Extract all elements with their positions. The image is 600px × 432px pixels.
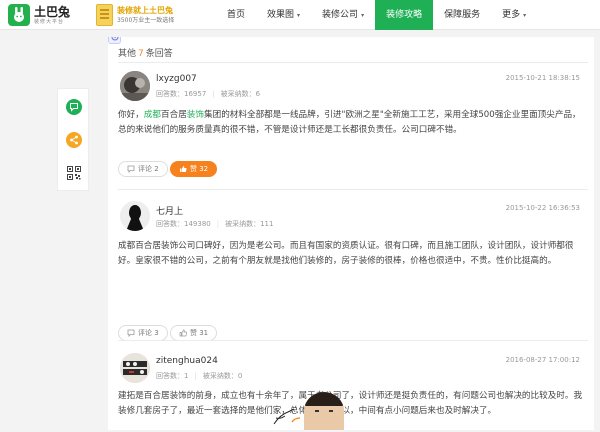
nav-item-3[interactable]: 装修攻略 — [375, 0, 434, 30]
avatar[interactable] — [120, 71, 150, 101]
answer-text: 你好， — [118, 110, 144, 120]
nav-item-1[interactable]: 效果图 ▾ — [256, 0, 311, 30]
share-icon[interactable] — [66, 132, 82, 148]
chevron-down-icon: ▾ — [361, 12, 365, 19]
nav-item-4[interactable]: 保障服务 — [433, 0, 491, 30]
nav-item-label: 保障服务 — [444, 10, 481, 20]
nav-item-label: 装修攻略 — [386, 10, 423, 20]
answers-count: 其他 7 条回答 — [118, 46, 173, 59]
answer-body: 你好，成都百合居装饰集团的材料全部都是一线品牌，引进"欧洲之星"全新施工工艺，采… — [118, 108, 588, 138]
answers-count-suffix: 条回答 — [145, 49, 173, 59]
answers-count-number: 7 — [138, 49, 144, 59]
like-label: 赞 31 — [190, 329, 209, 337]
avatar[interactable] — [120, 353, 150, 383]
answer-body: 建拓是百合居装饰的前身，成立也有十余年了，属于老公司了，设计师还是挺负责任的，有… — [118, 389, 588, 419]
answer-stats: 回答数：149380 | 被采纳数：111 — [156, 220, 274, 228]
answer-badge-icon — [108, 37, 121, 44]
site-header: 土巴兔 装修大平台 装修就上土巴兔 3500万业主一致选择 首页 效果图 ▾ 装修公司… — [0, 0, 600, 30]
answer-text: 成都百合居装饰公司口碑好，因为是老公司。而且有国家的资质认证。很有口碑，而且施工… — [118, 241, 574, 266]
answer-username[interactable]: zitenghua024 — [156, 356, 218, 366]
comment-icon — [127, 165, 135, 173]
question-icon[interactable] — [66, 99, 82, 115]
answer-stats: 回答数：1 | 被采纳数：0 — [156, 372, 243, 380]
answer-date: 2015-10-21 18:38:15 — [505, 74, 580, 82]
nav-item-2[interactable]: 装修公司 ▾ — [311, 0, 375, 30]
divider — [118, 189, 588, 190]
nav-item-label: 装修公司 — [322, 10, 359, 20]
person-photo — [304, 392, 344, 430]
answer-count-label: 回答数：1 — [156, 372, 189, 380]
answer-body: 成都百合居装饰公司口碑好，因为是老公司。而且有国家的资质认证。很有口碑，而且施工… — [118, 239, 588, 269]
qr-code-icon[interactable] — [66, 165, 82, 181]
answers-card: 其他 7 条回答 lxyzg007 回答数：16957 | 被采纳数：6 2015-10… — [108, 37, 594, 430]
answer-count-label: 回答数：16957 — [156, 90, 207, 98]
site-logo[interactable]: 土巴兔 装修大平台 — [8, 3, 70, 27]
main-nav: 首页 效果图 ▾ 装修公司 ▾ 装修攻略 保障服务 更多 ▾ — [216, 0, 537, 30]
sidebar-tools — [57, 88, 89, 191]
nav-item-label: 效果图 — [267, 10, 295, 20]
answers-count-prefix: 其他 — [118, 49, 137, 59]
divider — [118, 340, 588, 341]
answer-stats: 回答数：16957 | 被采纳数：6 — [156, 90, 261, 98]
answer-text: 百合居 — [161, 110, 187, 120]
logo-slogan: 装修大平台 — [34, 18, 65, 25]
answer-username[interactable]: lxyzg007 — [156, 74, 197, 84]
book-icon — [96, 4, 113, 26]
comment-button[interactable]: 评论 2 — [118, 161, 168, 177]
comment-label: 评论 3 — [138, 329, 159, 337]
accepted-count-label: 被采纳数：111 — [225, 220, 274, 228]
nav-item-label: 首页 — [227, 10, 246, 20]
thumbs-up-icon — [179, 329, 187, 337]
like-button[interactable]: 赞 31 — [170, 325, 218, 341]
accepted-count-label: 被采纳数：6 — [220, 90, 261, 98]
logo-name: 土巴兔 — [34, 4, 71, 19]
comment-icon — [127, 329, 135, 337]
chevron-down-icon: ▾ — [523, 12, 527, 19]
answer-date: 2015-10-22 16:36:53 — [505, 204, 580, 212]
divider — [118, 62, 588, 63]
nav-item-label: 更多 — [502, 10, 521, 20]
avatar[interactable] — [120, 201, 150, 231]
promo-banner[interactable]: 装修就上土巴兔 3500万业主一致选择 — [96, 3, 174, 27]
comment-label: 评论 2 — [138, 165, 159, 173]
nav-item-0[interactable]: 首页 — [216, 0, 256, 30]
like-label: 赞 32 — [190, 165, 209, 173]
answer-count-label: 回答数：149380 — [156, 220, 211, 228]
comment-button[interactable]: 评论 3 — [118, 325, 168, 341]
rabbit-logo-icon — [8, 4, 30, 26]
doodle-icon — [272, 404, 302, 428]
answer-username[interactable]: 七月上 — [156, 204, 183, 217]
promo-title: 装修就上土巴兔 — [117, 5, 173, 15]
answer-date: 2016-08-27 17:00:12 — [505, 356, 580, 364]
accepted-count-label: 被采纳数：0 — [202, 372, 243, 380]
answer-text: 建拓是百合居装饰的前身，成立也有十余年了，属于老公司了，设计师还是挺负责任的，有… — [118, 391, 583, 416]
keyword-link[interactable]: 装饰 — [187, 110, 204, 120]
like-button[interactable]: 赞 32 — [170, 161, 218, 177]
promo-subtitle: 3500万业主一致选择 — [117, 16, 175, 24]
thumbs-up-icon — [180, 166, 187, 172]
chevron-down-icon: ▾ — [297, 12, 301, 19]
keyword-link[interactable]: 成都 — [144, 110, 161, 120]
nav-item-5[interactable]: 更多 ▾ — [491, 0, 537, 30]
